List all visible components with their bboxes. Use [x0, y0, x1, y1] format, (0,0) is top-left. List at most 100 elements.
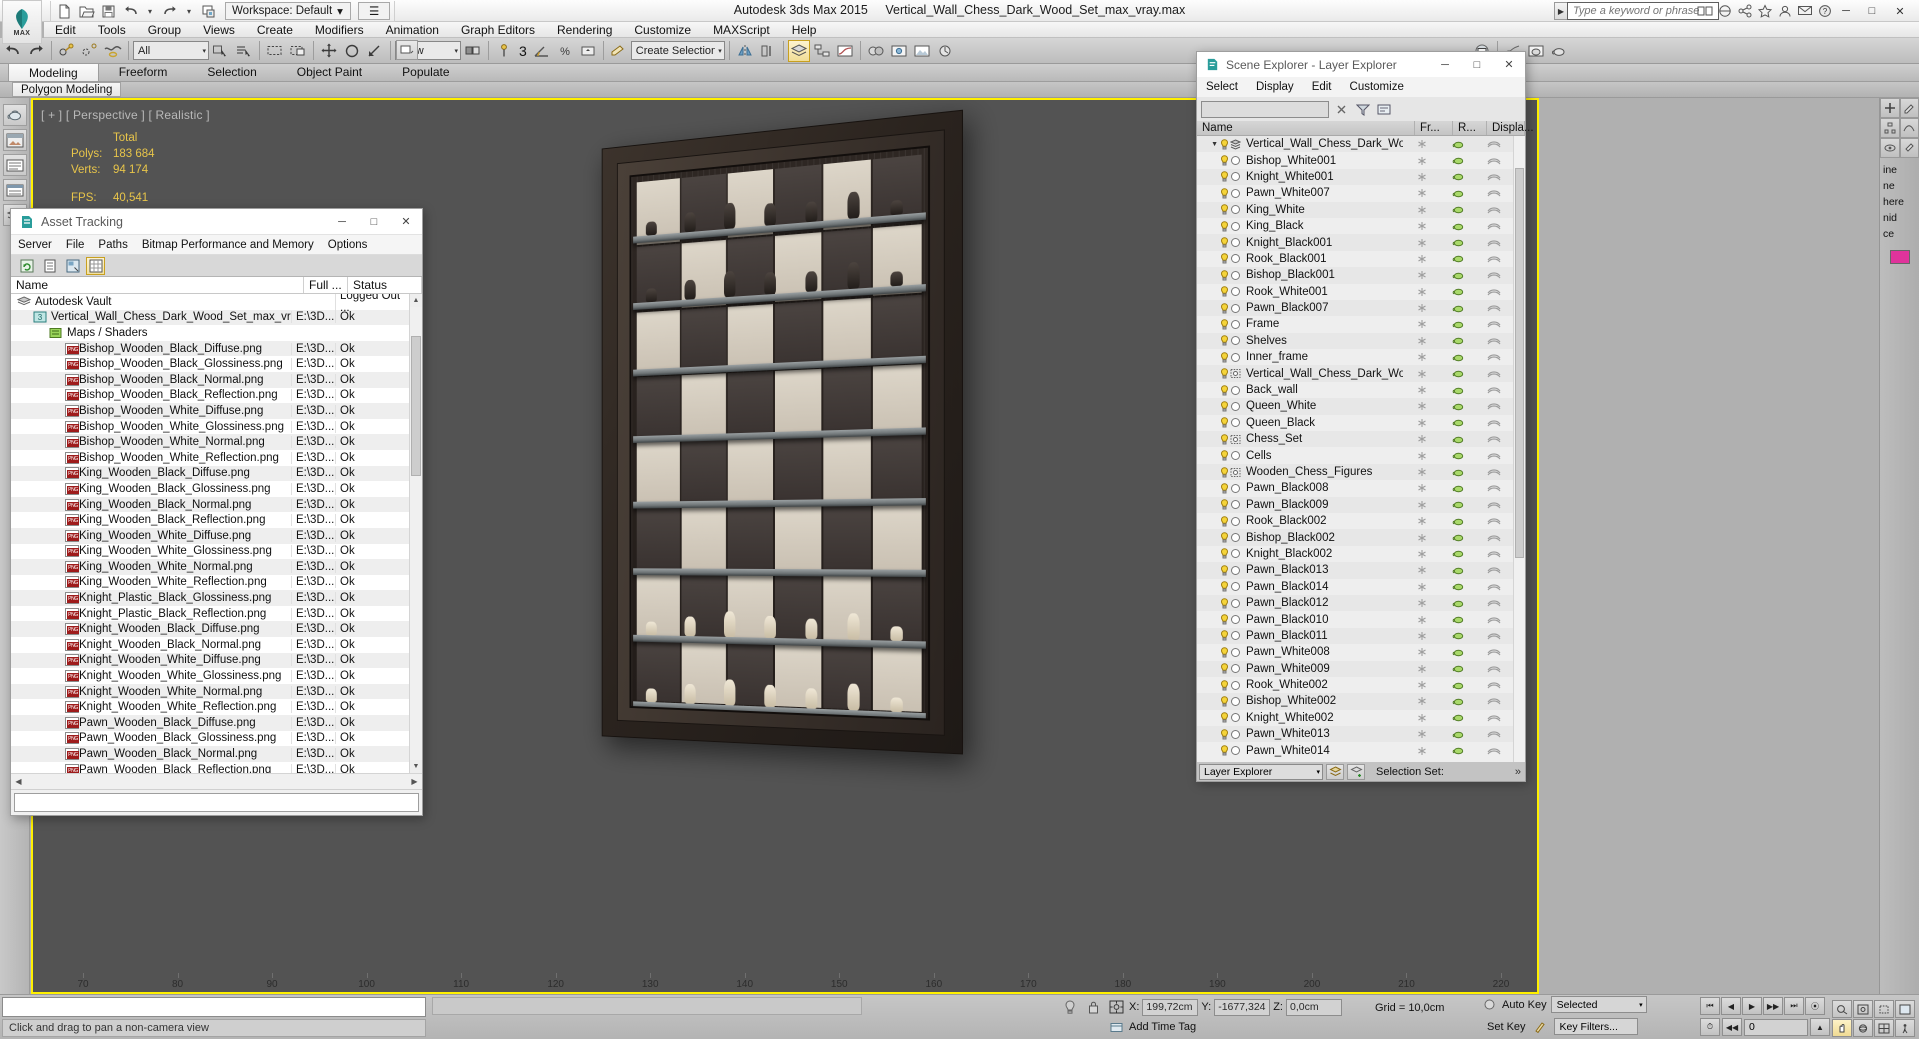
display-toggle[interactable]: [1475, 746, 1513, 756]
display-toggle[interactable]: [1475, 156, 1513, 166]
asset-tracking-minimize[interactable]: ─: [326, 209, 358, 235]
scene-explorer-row[interactable]: Pawn_White009: [1197, 660, 1513, 677]
scene-node-name[interactable]: Pawn_Black010: [1242, 614, 1403, 626]
command-panel-item[interactable]: nid: [1883, 210, 1916, 226]
renderable-toggle[interactable]: [1441, 188, 1475, 199]
light-bulb-icon[interactable]: [1220, 155, 1229, 166]
asset-row[interactable]: Knight_Plastic_Black_Reflection.png E:\3D…: [11, 606, 409, 622]
scene-node-name[interactable]: Back_wall: [1242, 384, 1403, 396]
tree-controls[interactable]: [1197, 499, 1229, 510]
asset-row[interactable]: Pawn_Wooden_Black_Glossiness.png E:\3D...…: [11, 731, 409, 747]
object-node-icon[interactable]: [1231, 418, 1240, 428]
lock-selection-icon[interactable]: [1083, 998, 1103, 1016]
asset-menu-file[interactable]: File: [59, 239, 92, 251]
asset-name-cell[interactable]: Knight_Wooden_Black_Normal.png: [11, 638, 291, 651]
select-object-icon[interactable]: [210, 40, 232, 62]
display-toggle[interactable]: [1475, 287, 1513, 297]
object-node-icon[interactable]: [1231, 205, 1240, 215]
asset-row[interactable]: Bishop_Wooden_Black_Normal.png E:\3D...Ok: [11, 371, 409, 388]
renderable-toggle[interactable]: [1441, 253, 1475, 264]
menu-item-customize[interactable]: Customize: [623, 22, 702, 38]
save-file-icon[interactable]: [99, 2, 118, 20]
rectangular-selection-region-icon[interactable]: [264, 40, 286, 62]
asset-row[interactable]: King_Wooden_Black_Reflection.png E:\3D...…: [11, 512, 409, 528]
object-node-icon[interactable]: [1231, 319, 1240, 329]
display-toggle[interactable]: [1475, 729, 1513, 739]
asset-name-cell[interactable]: 3 Vertical_Wall_Chess_Dark_Wood_Set_max_v…: [11, 311, 291, 323]
asset-name-cell[interactable]: Pawn_Wooden_Black_Normal.png: [11, 748, 291, 761]
object-node-icon[interactable]: [1231, 238, 1240, 248]
align-icon[interactable]: [757, 40, 779, 62]
object-node-icon[interactable]: [1231, 664, 1240, 674]
tree-controls[interactable]: [1197, 548, 1229, 559]
menu-item-graph-editors[interactable]: Graph Editors: [450, 22, 546, 38]
asset-row[interactable]: Bishop_Wooden_Black_Glossiness.png E:\3D.…: [11, 356, 409, 372]
renderable-toggle[interactable]: [1441, 483, 1475, 494]
scene-node-name[interactable]: Rook_White002: [1242, 679, 1403, 691]
quick-render-teapot-icon[interactable]: [1548, 40, 1570, 62]
asset-name-cell[interactable]: Knight_Plastic_Black_Glossiness.png: [11, 592, 291, 605]
asset-menu-bitmap-performance-and-memory[interactable]: Bitmap Performance and Memory: [135, 239, 321, 251]
material-editor-icon[interactable]: [865, 40, 887, 62]
zoom-region-icon[interactable]: [1895, 1000, 1915, 1018]
light-bulb-icon[interactable]: [1220, 138, 1229, 150]
frozen-toggle[interactable]: [1403, 369, 1441, 379]
walkthrough-icon[interactable]: [1895, 1019, 1915, 1037]
frozen-toggle[interactable]: [1403, 746, 1441, 756]
ribbon-minimize-toggle[interactable]: [396, 40, 418, 60]
tree-controls[interactable]: [1197, 679, 1229, 691]
asset-name-cell[interactable]: Bishop_Wooden_White_Normal.png: [11, 436, 291, 449]
menu-item-rendering[interactable]: Rendering: [546, 22, 623, 38]
add-time-tag-label[interactable]: Add Time Tag: [1129, 1021, 1196, 1033]
asset-tracking-horizontal-scrollbar[interactable]: ◀ ▶: [11, 773, 422, 789]
object-node-icon[interactable]: [1231, 713, 1240, 723]
asset-name-cell[interactable]: King_Wooden_Black_Diffuse.png: [11, 467, 291, 480]
utilities-tab-icon[interactable]: [1899, 138, 1919, 158]
display-toggle[interactable]: [1475, 336, 1513, 346]
display-toggle[interactable]: [1475, 549, 1513, 559]
filter-settings-icon[interactable]: [1375, 101, 1392, 118]
display-toggle[interactable]: [1475, 500, 1513, 510]
asset-row[interactable]: King_Wooden_White_Reflection.png E:\3D...…: [11, 575, 409, 591]
scene-explorer-row[interactable]: Queen_Black: [1197, 414, 1513, 432]
menu-item-edit[interactable]: Edit: [44, 22, 87, 38]
minimize-button[interactable]: ─: [1833, 1, 1859, 21]
object-node-icon[interactable]: [1231, 172, 1240, 182]
renderable-toggle[interactable]: [1441, 171, 1475, 182]
tree-controls[interactable]: [1197, 188, 1229, 199]
renderable-toggle[interactable]: [1441, 647, 1475, 658]
light-bulb-icon[interactable]: [1220, 646, 1229, 658]
scene-explorer-row[interactable]: Pawn_Black013: [1197, 562, 1513, 579]
previous-frame-button[interactable]: ◀: [1721, 997, 1741, 1015]
signin-icon[interactable]: [1776, 2, 1793, 19]
percent-snap-icon[interactable]: %: [554, 40, 576, 62]
command-panel-item[interactable]: ce: [1883, 226, 1916, 242]
layer-explorer-icon[interactable]: [787, 39, 810, 62]
time-configuration-icon[interactable]: ⏱: [1700, 1018, 1720, 1036]
scene-explorer-row[interactable]: Frame: [1197, 316, 1513, 333]
renderable-toggle[interactable]: [1441, 270, 1475, 281]
explorer-name-combo[interactable]: Layer Explorer ▾: [1199, 763, 1323, 780]
asset-name-cell[interactable]: King_Wooden_Black_Normal.png: [11, 498, 291, 511]
scene-explorer-row[interactable]: King_Black: [1197, 217, 1513, 235]
frozen-toggle[interactable]: [1403, 582, 1441, 592]
scene-node-name[interactable]: Inner_frame: [1242, 351, 1403, 363]
frozen-toggle[interactable]: [1403, 696, 1441, 706]
z-input[interactable]: [1285, 998, 1342, 1016]
display-toggle[interactable]: [1475, 680, 1513, 690]
current-frame-input[interactable]: [1744, 1018, 1808, 1036]
display-toggle[interactable]: [1475, 696, 1513, 706]
light-bulb-icon[interactable]: [1220, 188, 1229, 199]
asset-name-cell[interactable]: King_Wooden_White_Diffuse.png: [11, 529, 291, 542]
renderable-toggle[interactable]: [1441, 221, 1475, 232]
light-bulb-icon[interactable]: [1220, 532, 1229, 543]
frozen-toggle[interactable]: [1403, 451, 1441, 461]
object-node-icon[interactable]: [1231, 582, 1240, 592]
object-node-icon[interactable]: [1231, 336, 1240, 346]
display-toggle[interactable]: [1475, 303, 1513, 313]
light-bulb-icon[interactable]: [1220, 433, 1229, 445]
asset-tracking-path-field[interactable]: [14, 793, 419, 812]
frozen-toggle[interactable]: [1403, 664, 1441, 674]
renderable-toggle[interactable]: [1441, 155, 1475, 166]
asset-tracking-list[interactable]: Autodesk Vault Logged Out ... 3 Vertical_Wa…: [11, 294, 409, 773]
